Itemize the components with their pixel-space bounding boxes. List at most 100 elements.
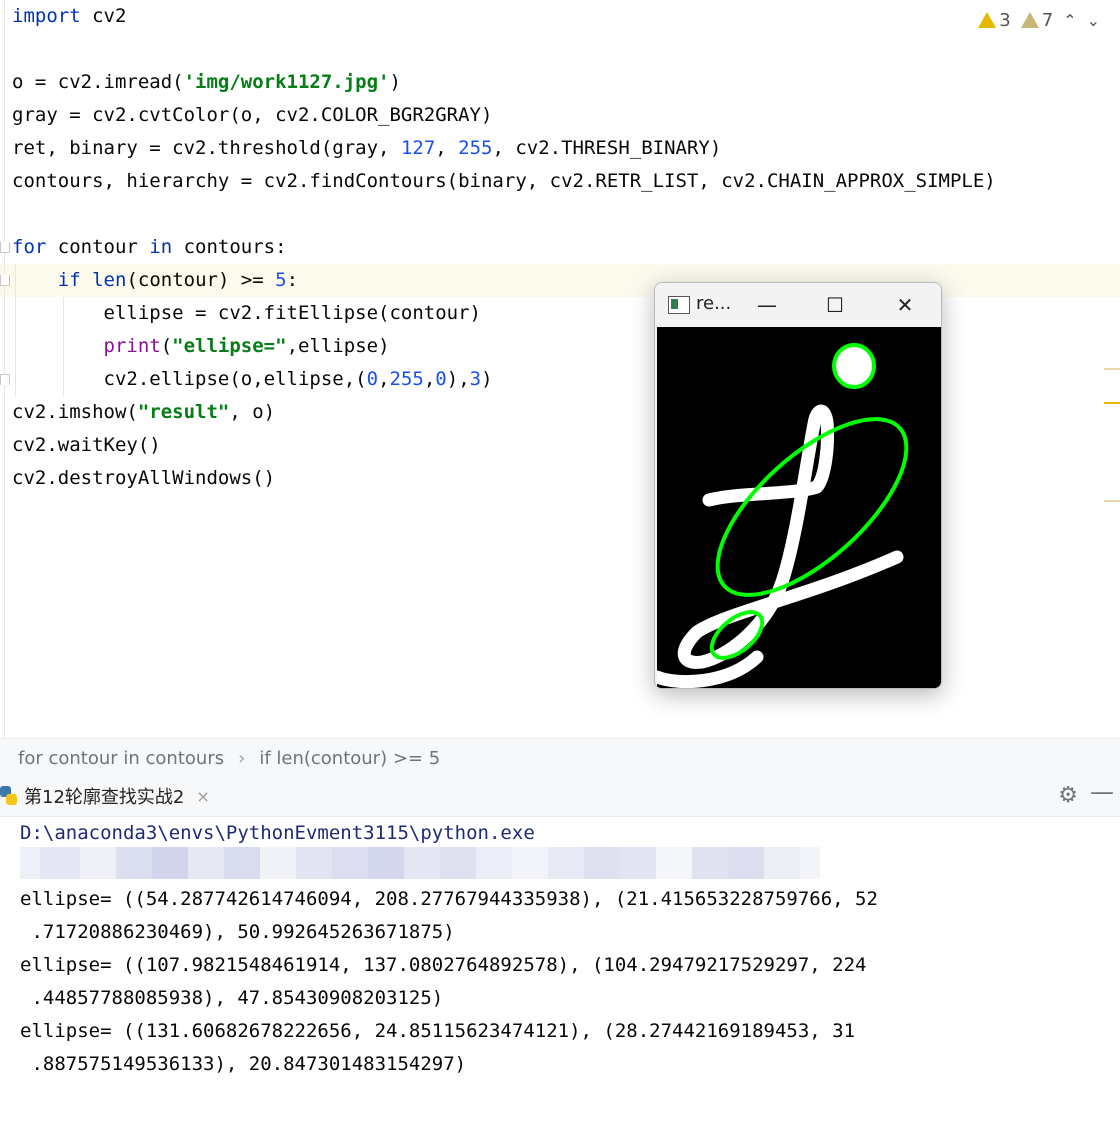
fold-marker[interactable] — [0, 374, 10, 385]
result-image — [655, 327, 941, 688]
code-token: ret, binary = cv2.threshold(gray, — [12, 137, 401, 159]
code-token: "ellipse=" — [172, 335, 287, 357]
scrollbar-marker[interactable] — [1104, 368, 1120, 370]
code-token: cv2.waitKey() — [12, 434, 161, 456]
code-line[interactable]: if len(contour) >= 5: — [12, 264, 298, 297]
breadcrumb-item[interactable]: for contour in contours — [0, 748, 224, 769]
code-token: print — [103, 335, 161, 357]
code-token: in — [149, 236, 173, 258]
code-token: 5 — [275, 269, 287, 291]
console-output-line: .71720886230469), 50.992645263671875) — [20, 921, 455, 943]
run-console[interactable]: D:\anaconda3\envs\PythonEvment3115\pytho… — [0, 817, 1120, 1133]
result-window[interactable]: re... — ☐ ✕ — [654, 282, 942, 689]
code-token: import — [12, 5, 81, 27]
code-token: ) — [389, 71, 401, 93]
scrollbar-marker[interactable] — [1104, 500, 1120, 502]
result-image-drawing — [655, 327, 941, 688]
code-line[interactable]: gray = cv2.cvtColor(o, cv2.COLOR_BGR2GRA… — [12, 99, 492, 132]
code-token: if — [57, 269, 81, 291]
run-tab[interactable]: 第12轮廓查找实战2 × — [0, 776, 210, 816]
code-token: 0 — [435, 368, 447, 390]
code-token: ), — [446, 368, 470, 390]
code-token: , o) — [229, 401, 276, 423]
warning-count: 3 — [999, 9, 1011, 31]
code-line[interactable]: o = cv2.imread('img/work1127.jpg') — [12, 66, 401, 99]
code-token: , — [423, 368, 436, 390]
console-interpreter-path: D:\anaconda3\envs\PythonEvment3115\pytho… — [20, 822, 535, 844]
code-token: 'img/work1127.jpg' — [183, 71, 390, 93]
inspection-widget[interactable]: 3 7 ⌃ ⌄ — [978, 6, 1100, 34]
chevron-down-icon[interactable]: ⌄ — [1087, 11, 1100, 30]
breadcrumb-separator: › — [238, 747, 246, 769]
code-token: 0 — [366, 368, 379, 390]
code-token: ellipse = cv2.fitEllipse(contour) — [12, 302, 482, 324]
fold-marker[interactable] — [0, 275, 10, 286]
code-token: 127 — [400, 137, 436, 159]
run-tool-window-header: 第12轮廓查找实战2 × ⚙ — — [0, 776, 1120, 817]
weak-warning-counter[interactable]: 7 — [1020, 9, 1054, 31]
code-token: 3 — [469, 368, 482, 390]
code-line[interactable]: for contour in contours: — [12, 231, 287, 264]
code-line[interactable]: ret, binary = cv2.threshold(gray, 127, 2… — [12, 132, 721, 165]
code-token: cv2 — [80, 5, 127, 27]
warning-counter[interactable]: 3 — [978, 9, 1011, 31]
code-line[interactable]: cv2.destroyAllWindows() — [12, 462, 275, 495]
redacted-arguments — [20, 847, 828, 879]
gutter-divider — [4, 0, 5, 738]
code-token: ) — [481, 368, 493, 390]
run-tab-label: 第12轮廓查找实战2 — [24, 787, 185, 808]
weak-warning-icon — [1020, 12, 1039, 28]
result-window-title: re... — [696, 293, 732, 314]
code-token: cv2.ellipse(o,ellipse,( — [12, 368, 367, 390]
code-token: , cv2.THRESH_BINARY) — [492, 137, 722, 159]
code-line[interactable]: print("ellipse=",ellipse) — [12, 330, 390, 363]
code-token: cv2.destroyAllWindows() — [12, 467, 276, 489]
close-button[interactable]: ✕ — [885, 289, 925, 321]
code-token: contour — [46, 236, 150, 258]
code-line[interactable]: contours, hierarchy = cv2.findContours(b… — [12, 165, 996, 198]
code-token: 255 — [458, 137, 493, 159]
code-token: ( — [160, 335, 173, 357]
minus-icon[interactable]: — — [1090, 778, 1114, 806]
code-line[interactable]: cv2.ellipse(o,ellipse,(0,255,0),3) — [12, 363, 493, 396]
code-line[interactable]: import cv2 — [12, 0, 126, 33]
code-token: "result" — [137, 401, 230, 423]
weak-warning-count: 7 — [1041, 9, 1054, 31]
fold-marker[interactable] — [0, 242, 10, 253]
code-token: contours, hierarchy = cv2.findContours(b… — [12, 170, 996, 192]
code-editor[interactable]: import cv2 o = cv2.imread('img/work1127.j… — [0, 0, 1120, 738]
scrollbar-marker[interactable] — [1104, 402, 1120, 404]
chevron-up-icon[interactable]: ⌃ — [1063, 11, 1076, 30]
breadcrumb-item[interactable]: if len(contour) >= 5 — [245, 748, 440, 769]
code-token: : — [286, 269, 299, 291]
console-output-line: ellipse= ((107.9821548461914, 137.080276… — [20, 954, 867, 976]
code-line[interactable]: ellipse = cv2.fitEllipse(contour) — [12, 297, 482, 330]
code-token: gray = cv2.cvtColor(o, cv2.COLOR_BGR2GRA… — [12, 104, 493, 126]
minimize-button[interactable]: — — [747, 289, 787, 321]
console-output-line: ellipse= ((54.287742614746094, 208.27767… — [20, 888, 878, 910]
code-token: (contour) >= — [126, 269, 276, 291]
code-token: , — [378, 368, 390, 390]
console-output-line: .887575149536133), 20.847301483154297) — [20, 1053, 467, 1075]
warning-icon — [978, 12, 997, 28]
breadcrumb: for contour in contours › if len(contour… — [0, 738, 1120, 778]
code-token: cv2.imshow( — [12, 401, 138, 423]
code-line[interactable]: cv2.imshow("result", o) — [12, 396, 275, 429]
maximize-button[interactable]: ☐ — [815, 289, 855, 321]
code-token: o = cv2.imread( — [12, 71, 184, 93]
code-token: for — [12, 236, 47, 258]
window-app-icon — [668, 296, 690, 314]
code-line[interactable]: cv2.waitKey() — [12, 429, 161, 462]
console-output-line: .44857788085938), 47.85430908203125) — [20, 987, 444, 1009]
code-token: ,ellipse) — [286, 335, 390, 357]
console-output-line: ellipse= ((131.60682678222656, 24.851156… — [20, 1020, 856, 1042]
python-icon — [0, 786, 18, 806]
code-token: 255 — [389, 368, 424, 390]
close-icon[interactable]: × — [196, 787, 209, 806]
code-token: contours: — [172, 236, 287, 258]
result-window-titlebar[interactable]: re... — ☐ ✕ — [655, 283, 941, 327]
gear-icon[interactable]: ⚙ — [1058, 783, 1078, 808]
